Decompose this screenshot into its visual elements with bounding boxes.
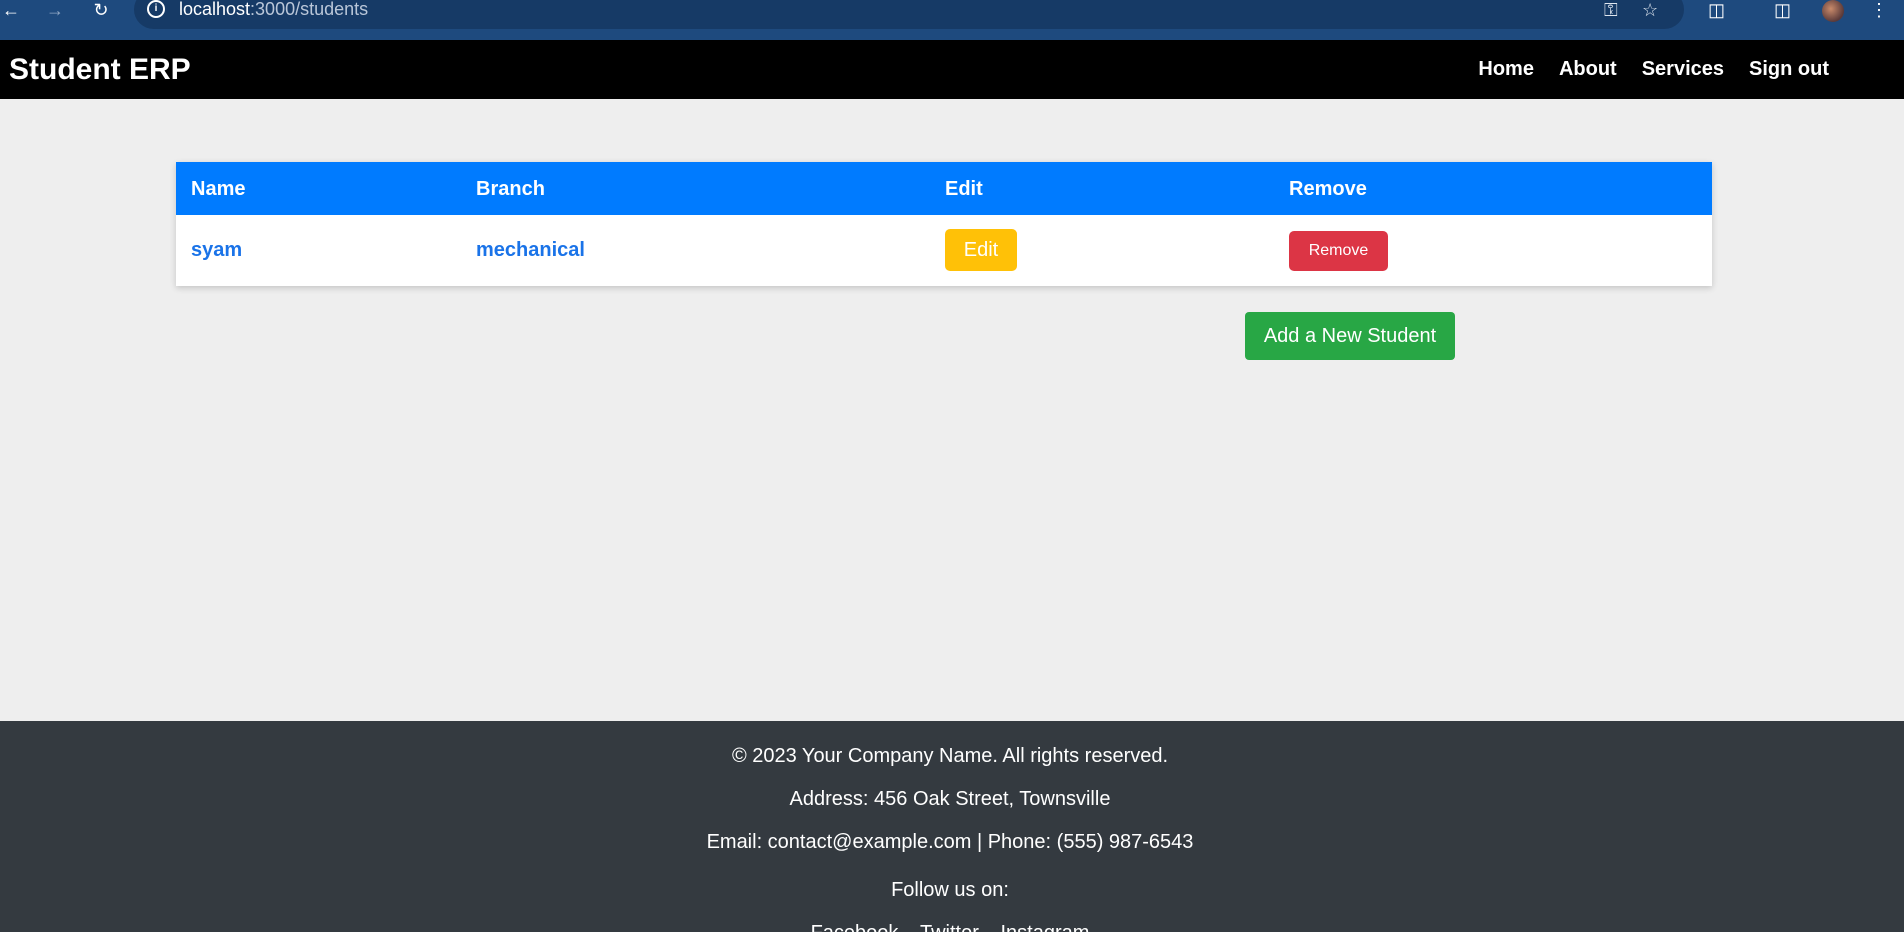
nav-links: Home About Services Sign out	[1453, 57, 1829, 81]
nav-about-link[interactable]: About	[1559, 57, 1617, 81]
url-text[interactable]: localhost:3000/students	[179, 0, 368, 20]
main-content: Name Branch Edit Remove syam mechanical …	[0, 99, 1904, 721]
site-info-icon[interactable]: i	[147, 0, 165, 18]
side-panel-icon[interactable]: ◫	[1774, 0, 1791, 20]
nav-home-link[interactable]: Home	[1478, 57, 1534, 81]
facebook-link[interactable]: Facebook	[811, 922, 899, 944]
back-icon[interactable]: ←	[0, 0, 22, 22]
students-table: Name Branch Edit Remove syam mechanical …	[176, 162, 1712, 286]
header-name: Name	[191, 178, 246, 200]
footer-social-links: Facebook Twitter Instagram	[0, 921, 1900, 945]
password-key-icon[interactable]: ⚿	[1604, 0, 1618, 20]
header-edit: Edit	[945, 178, 983, 200]
header-branch: Branch	[476, 178, 545, 200]
nav-signout-link[interactable]: Sign out	[1749, 57, 1829, 81]
bookmark-star-icon[interactable]: ☆	[1642, 0, 1658, 20]
table-row: syam mechanical Edit Remove	[176, 215, 1712, 286]
remove-button[interactable]: Remove	[1289, 231, 1388, 271]
site-navbar: Student ERP Home About Services Sign out	[0, 40, 1904, 99]
student-branch: mechanical	[476, 239, 585, 261]
profile-avatar[interactable]	[1822, 0, 1844, 22]
extensions-icon[interactable]: ◫	[1708, 0, 1725, 20]
footer-contact: Email: contact@example.com | Phone: (555…	[706, 831, 1194, 853]
browser-toolbar: ← → ↻ i localhost:3000/students ⚿ ☆ ◫ ◫ …	[0, 0, 1904, 40]
student-name: syam	[191, 239, 243, 261]
edit-button[interactable]: Edit	[945, 229, 1017, 271]
url-path: :3000/students	[250, 0, 369, 19]
url-host: localhost	[179, 0, 251, 19]
address-bar[interactable]: i localhost:3000/students ⚿ ☆	[134, 0, 1684, 29]
footer-copyright: © 2023 Your Company Name. All rights res…	[731, 745, 1169, 767]
twitter-link[interactable]: Twitter	[920, 922, 979, 944]
footer-follow: Follow us on:	[891, 879, 1009, 901]
nav-services-link[interactable]: Services	[1642, 57, 1724, 81]
forward-icon[interactable]: →	[44, 0, 66, 22]
brand-title[interactable]: Student ERP	[9, 52, 191, 88]
menu-kebab-icon[interactable]: ⋮	[1870, 0, 1888, 20]
footer-address: Address: 456 Oak Street, Townsville	[789, 788, 1111, 810]
table-header-row: Name Branch Edit Remove	[176, 162, 1712, 215]
reload-icon[interactable]: ↻	[90, 0, 112, 22]
instagram-link[interactable]: Instagram	[1000, 922, 1089, 944]
site-footer: © 2023 Your Company Name. All rights res…	[0, 721, 1904, 944]
header-remove: Remove	[1289, 178, 1367, 200]
add-student-button[interactable]: Add a New Student	[1245, 312, 1455, 360]
